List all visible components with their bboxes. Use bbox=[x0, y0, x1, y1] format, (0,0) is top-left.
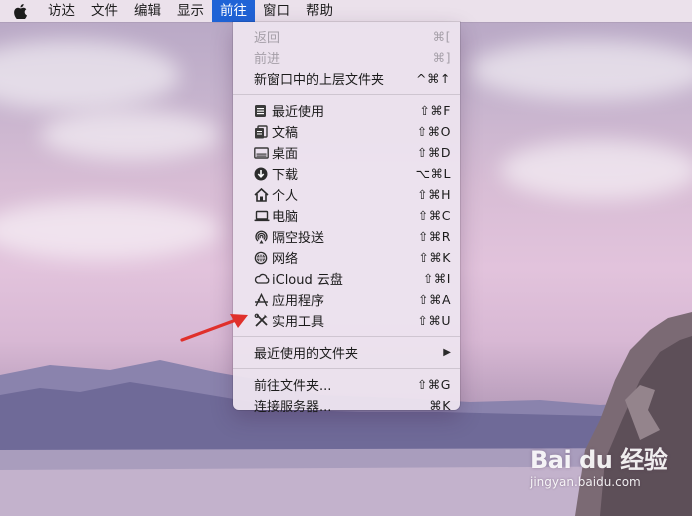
menu-item-documents[interactable]: 文稿 ⇧⌘O bbox=[233, 121, 460, 142]
menu-item-label: 电脑 bbox=[272, 210, 299, 225]
menu-item-label: 最近使用的文件夹 bbox=[254, 347, 359, 362]
menu-item-airdrop[interactable]: 隔空投送 ⇧⌘R bbox=[233, 226, 460, 247]
shortcut-label: ⌥⌘L bbox=[415, 166, 451, 181]
menu-item-icloud-drive[interactable]: iCloud 云盘 ⇧⌘I bbox=[233, 268, 460, 289]
menu-item-enclosing-folder[interactable]: 新窗口中的上层文件夹 ^⌘↑ bbox=[233, 68, 460, 89]
menu-item-label: 返回 bbox=[254, 31, 281, 46]
menu-bar: 访达 文件 编辑 显示 前往 窗口 帮助 bbox=[0, 0, 692, 22]
shortcut-label: ⇧⌘F bbox=[419, 103, 451, 118]
computer-icon bbox=[254, 208, 272, 224]
menu-finder[interactable]: 访达 bbox=[40, 0, 83, 22]
annotation-arrow-icon bbox=[180, 314, 248, 342]
menu-help[interactable]: 帮助 bbox=[298, 0, 341, 22]
menu-item-label: 实用工具 bbox=[272, 315, 325, 330]
menu-separator bbox=[233, 368, 460, 369]
menu-item-desktop[interactable]: 桌面 ⇧⌘D bbox=[233, 142, 460, 163]
menu-item-recent-folders[interactable]: 最近使用的文件夹 ▶ bbox=[233, 342, 460, 363]
menu-item-label: 网络 bbox=[272, 252, 299, 267]
menu-item-downloads[interactable]: 下载 ⌥⌘L bbox=[233, 163, 460, 184]
desktop-icon bbox=[254, 145, 272, 161]
shortcut-label: ⇧⌘A bbox=[417, 292, 451, 307]
menu-item-label: 应用程序 bbox=[272, 294, 325, 309]
menu-item-label: 下载 bbox=[272, 168, 299, 183]
documents-icon bbox=[254, 124, 272, 140]
menu-item-label: 文稿 bbox=[272, 126, 299, 141]
menu-file[interactable]: 文件 bbox=[83, 0, 126, 22]
shortcut-label: ⇧⌘I bbox=[422, 271, 451, 286]
menu-item-label: 最近使用 bbox=[272, 105, 325, 120]
menu-item-back[interactable]: 返回 ⌘[ bbox=[233, 26, 460, 47]
menu-item-label: 个人 bbox=[272, 189, 299, 204]
shortcut-label: ⌘K bbox=[429, 398, 451, 413]
shortcut-label: ^⌘↑ bbox=[416, 71, 451, 86]
downloads-icon bbox=[254, 166, 272, 182]
shortcut-label: ⇧⌘C bbox=[417, 208, 451, 223]
menu-item-network[interactable]: 网络 ⇧⌘K bbox=[233, 247, 460, 268]
menu-separator bbox=[233, 336, 460, 337]
menu-go[interactable]: 前往 bbox=[212, 0, 255, 22]
shortcut-label: ⇧⌘O bbox=[416, 124, 451, 139]
menu-view[interactable]: 显示 bbox=[169, 0, 212, 22]
menu-item-utilities[interactable]: 实用工具 ⇧⌘U bbox=[233, 310, 460, 331]
home-icon bbox=[254, 187, 272, 203]
shortcut-label: ⇧⌘D bbox=[416, 145, 451, 160]
menu-separator bbox=[233, 94, 460, 95]
menu-item-label: 桌面 bbox=[272, 147, 299, 162]
shortcut-label: ⇧⌘K bbox=[418, 250, 451, 265]
menu-item-go-to-folder[interactable]: 前往文件夹... ⇧⌘G bbox=[233, 374, 460, 395]
airdrop-icon bbox=[254, 229, 272, 245]
recents-icon bbox=[254, 103, 272, 119]
shortcut-label: ⇧⌘G bbox=[416, 377, 451, 392]
menu-item-label: iCloud 云盘 bbox=[272, 273, 343, 288]
menu-item-applications[interactable]: 应用程序 ⇧⌘A bbox=[233, 289, 460, 310]
submenu-arrow-icon: ▶ bbox=[443, 347, 451, 358]
menu-item-label: 前进 bbox=[254, 52, 281, 67]
apple-logo-icon[interactable] bbox=[0, 0, 40, 22]
menu-item-home[interactable]: 个人 ⇧⌘H bbox=[233, 184, 460, 205]
menu-item-recents[interactable]: 最近使用 ⇧⌘F bbox=[233, 100, 460, 121]
network-icon bbox=[254, 250, 272, 266]
menu-item-forward[interactable]: 前进 ⌘] bbox=[233, 47, 460, 68]
menu-edit[interactable]: 编辑 bbox=[126, 0, 169, 22]
menu-item-connect-to-server[interactable]: 连接服务器... ⌘K bbox=[233, 395, 460, 416]
shortcut-label: ⇧⌘U bbox=[417, 313, 451, 328]
shortcut-label: ⌘[ bbox=[432, 29, 451, 44]
watermark-logo: Bai du 经验 bbox=[530, 446, 668, 474]
shortcut-label: ⇧⌘H bbox=[417, 187, 451, 202]
menu-item-label: 隔空投送 bbox=[272, 231, 325, 246]
go-dropdown-menu: 返回 ⌘[ 前进 ⌘] 新窗口中的上层文件夹 ^⌘↑ 最近使用 ⇧⌘F 文稿 ⇧… bbox=[233, 22, 460, 415]
shortcut-label: ⇧⌘R bbox=[417, 229, 451, 244]
menu-window[interactable]: 窗口 bbox=[255, 0, 298, 22]
menu-item-label: 前往文件夹... bbox=[254, 379, 332, 394]
watermark-url: jingyan.baidu.com bbox=[530, 475, 641, 489]
menu-item-label: 新窗口中的上层文件夹 bbox=[254, 73, 385, 88]
shortcut-label: ⌘] bbox=[432, 50, 451, 65]
menu-item-computer[interactable]: 电脑 ⇧⌘C bbox=[233, 205, 460, 226]
icloud-icon bbox=[254, 271, 272, 287]
baidu-jingyan-watermark: Bai du 经验 jingyan.baidu.com bbox=[530, 440, 680, 506]
applications-icon bbox=[254, 292, 272, 308]
menu-item-label: 连接服务器... bbox=[254, 400, 332, 415]
